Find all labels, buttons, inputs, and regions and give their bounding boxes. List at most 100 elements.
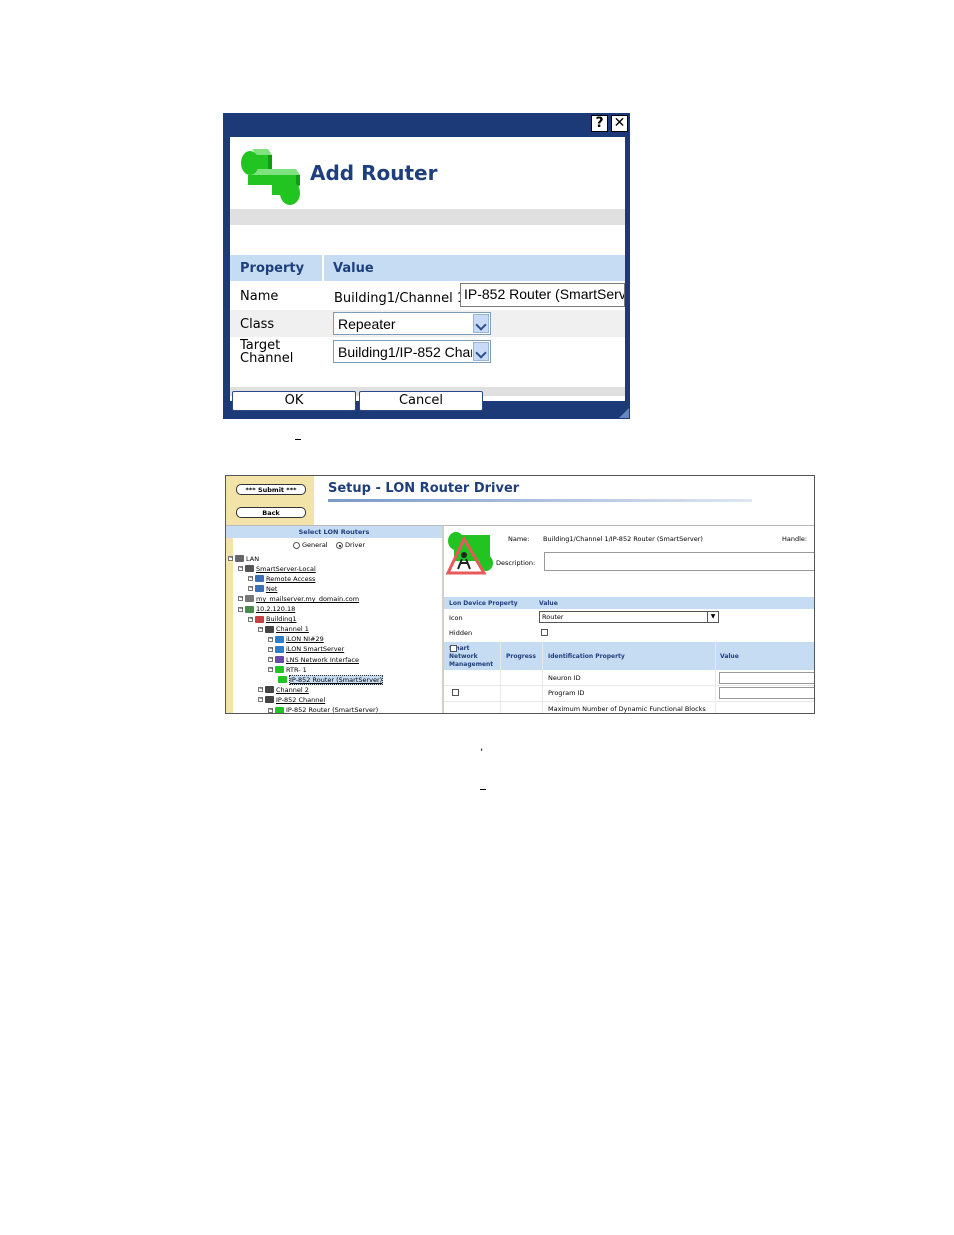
tree-node-label[interactable]: LAN: [246, 555, 259, 563]
radio-general-label: General: [302, 541, 328, 549]
name-label: Name:: [508, 535, 530, 543]
tree-node[interactable]: − my_mailserver.my_domain.com: [238, 594, 359, 603]
router-logo-icon: [241, 149, 300, 205]
expand-toggle-icon[interactable]: −: [258, 626, 263, 632]
tree-node[interactable]: − Channel 2: [258, 685, 309, 694]
router-details-panel: Name: Building1/Channel 1/IP-852 Router …: [444, 526, 814, 713]
target-channel-select[interactable]: Building1/IP-852 Channel: [333, 340, 491, 363]
icon-select[interactable]: Router ▼: [539, 611, 719, 623]
page-title: Setup - LON Router Driver: [328, 481, 520, 496]
tree-node[interactable]: − iLON SmartServer: [268, 645, 344, 654]
device-icon: [275, 635, 284, 643]
tree-node-label[interactable]: SmartServer-Local: [256, 565, 316, 573]
back-button[interactable]: Back: [236, 507, 306, 518]
lon-value-header: Value: [539, 600, 558, 607]
chevron-down-icon[interactable]: ▼: [707, 612, 718, 622]
expand-toggle-icon[interactable]: −: [258, 697, 263, 703]
grid-line: [542, 642, 543, 713]
tree-node[interactable]: − IP-852 Router (SmartServer): [268, 706, 378, 713]
tree-node-label[interactable]: LNS Network Interface: [286, 656, 359, 664]
ok-button[interactable]: OK: [232, 391, 356, 411]
tree-node[interactable]: − IP-852 Channel: [258, 695, 325, 704]
expand-toggle-icon[interactable]: −: [238, 566, 243, 572]
expand-toggle-icon[interactable]: −: [258, 687, 263, 693]
radio-driver-label: Driver: [345, 541, 366, 549]
class-select[interactable]: Repeater: [333, 312, 491, 335]
tree-node-label[interactable]: 10.2.120.18: [256, 605, 295, 613]
expand-toggle-icon[interactable]: −: [238, 596, 243, 602]
underscore-mark: [295, 439, 301, 440]
tree-node[interactable]: − Net: [248, 584, 277, 593]
chevron-down-icon[interactable]: [473, 314, 489, 333]
expand-toggle-icon[interactable]: −: [268, 646, 273, 652]
tree-node[interactable]: − SmartServer-Local: [238, 564, 316, 573]
tree-node[interactable]: − Channel 1: [258, 625, 309, 634]
tree-node[interactable]: − RTR- 1: [268, 665, 307, 674]
tree-node-label[interactable]: IP-852 Router (SmartServer): [289, 674, 384, 685]
channel-icon: [265, 686, 274, 694]
neuron-id-input[interactable]: [719, 672, 814, 684]
cancel-button[interactable]: Cancel: [359, 391, 483, 411]
program-id-checkbox[interactable]: [452, 689, 459, 696]
tree-node[interactable]: − Building1: [248, 615, 297, 624]
expand-toggle-icon[interactable]: −: [248, 616, 253, 622]
program-id-input[interactable]: [719, 687, 814, 699]
tree-node-label[interactable]: IP-852 Router (SmartServer): [286, 706, 378, 713]
resize-grip-icon[interactable]: [619, 408, 629, 418]
server-icon: [245, 565, 254, 573]
snm-select-all-checkbox[interactable]: [450, 645, 457, 652]
class-row: Class Repeater: [230, 310, 625, 337]
tree-node-label[interactable]: IP-852 Channel: [276, 696, 325, 704]
expand-toggle-icon[interactable]: −: [248, 586, 253, 592]
property-table-header: Property Value: [230, 255, 625, 281]
select-lon-routers-header: Select LON Routers: [226, 526, 442, 538]
expand-toggle-icon[interactable]: −: [268, 657, 273, 662]
grid-line: [500, 642, 501, 713]
dialog-title-buttons: ? ✕: [591, 115, 628, 132]
expand-toggle-icon[interactable]: −: [228, 556, 233, 561]
icon-label: Icon: [449, 614, 463, 622]
tree-node-label[interactable]: iLON NI#29: [286, 635, 324, 643]
tree-node[interactable]: − iLON NI#29: [268, 635, 324, 644]
expand-toggle-icon[interactable]: −: [248, 576, 253, 582]
tree-node[interactable]: − 10.2.120.18: [238, 605, 295, 614]
radio-driver[interactable]: [336, 542, 343, 549]
property-header: Property: [240, 261, 305, 276]
tree-node-label[interactable]: Building1: [266, 615, 297, 623]
tree-node[interactable]: − LNS Network Interface: [268, 655, 359, 664]
tree-node[interactable]: − LAN: [228, 554, 259, 563]
name-input[interactable]: IP-852 Router (SmartServer): [460, 283, 625, 307]
chevron-down-icon[interactable]: [473, 342, 489, 361]
tree-node[interactable]: − Remote Access: [248, 574, 315, 583]
tree-node-label[interactable]: Channel 2: [276, 686, 309, 694]
lan-icon: [235, 555, 244, 562]
expand-toggle-icon[interactable]: −: [268, 667, 273, 673]
expand-toggle-icon[interactable]: −: [268, 636, 273, 642]
dialog-body: Add Router Property Value Name Building1…: [230, 137, 625, 401]
progress-header: Progress: [506, 653, 536, 660]
target-channel-row: Target Channel Building1/IP-852 Channel: [230, 337, 625, 367]
expand-toggle-icon[interactable]: −: [268, 707, 273, 713]
tree-node-label[interactable]: Remote Access: [266, 575, 315, 583]
comma-mark: ,: [480, 742, 484, 753]
close-icon[interactable]: ✕: [611, 115, 628, 132]
divider-band: [230, 209, 625, 225]
expand-toggle-icon[interactable]: −: [238, 606, 243, 612]
radio-general[interactable]: [293, 542, 300, 549]
submit-button[interactable]: *** Submit ***: [236, 484, 306, 495]
tree-node-label[interactable]: Net: [266, 585, 277, 593]
router-icon: [275, 706, 284, 713]
icon-select-value: Router: [542, 613, 564, 621]
tree-node[interactable]: IP-852 Router (SmartServer): [278, 674, 384, 685]
help-icon[interactable]: ?: [591, 115, 608, 132]
description-input[interactable]: [544, 552, 814, 571]
tree-node-label[interactable]: iLON SmartServer: [286, 645, 344, 653]
grid-line: [444, 701, 814, 702]
tree-node-label[interactable]: RTR- 1: [286, 666, 307, 674]
tree-node-label[interactable]: Channel 1: [276, 625, 309, 633]
tree-node-label[interactable]: my_mailserver.my_domain.com: [256, 595, 359, 603]
lon-device-property-header: Lon Device Property Value: [444, 597, 814, 609]
hidden-checkbox[interactable]: [541, 629, 548, 636]
channel-icon: [265, 696, 274, 704]
building-icon: [255, 615, 264, 623]
